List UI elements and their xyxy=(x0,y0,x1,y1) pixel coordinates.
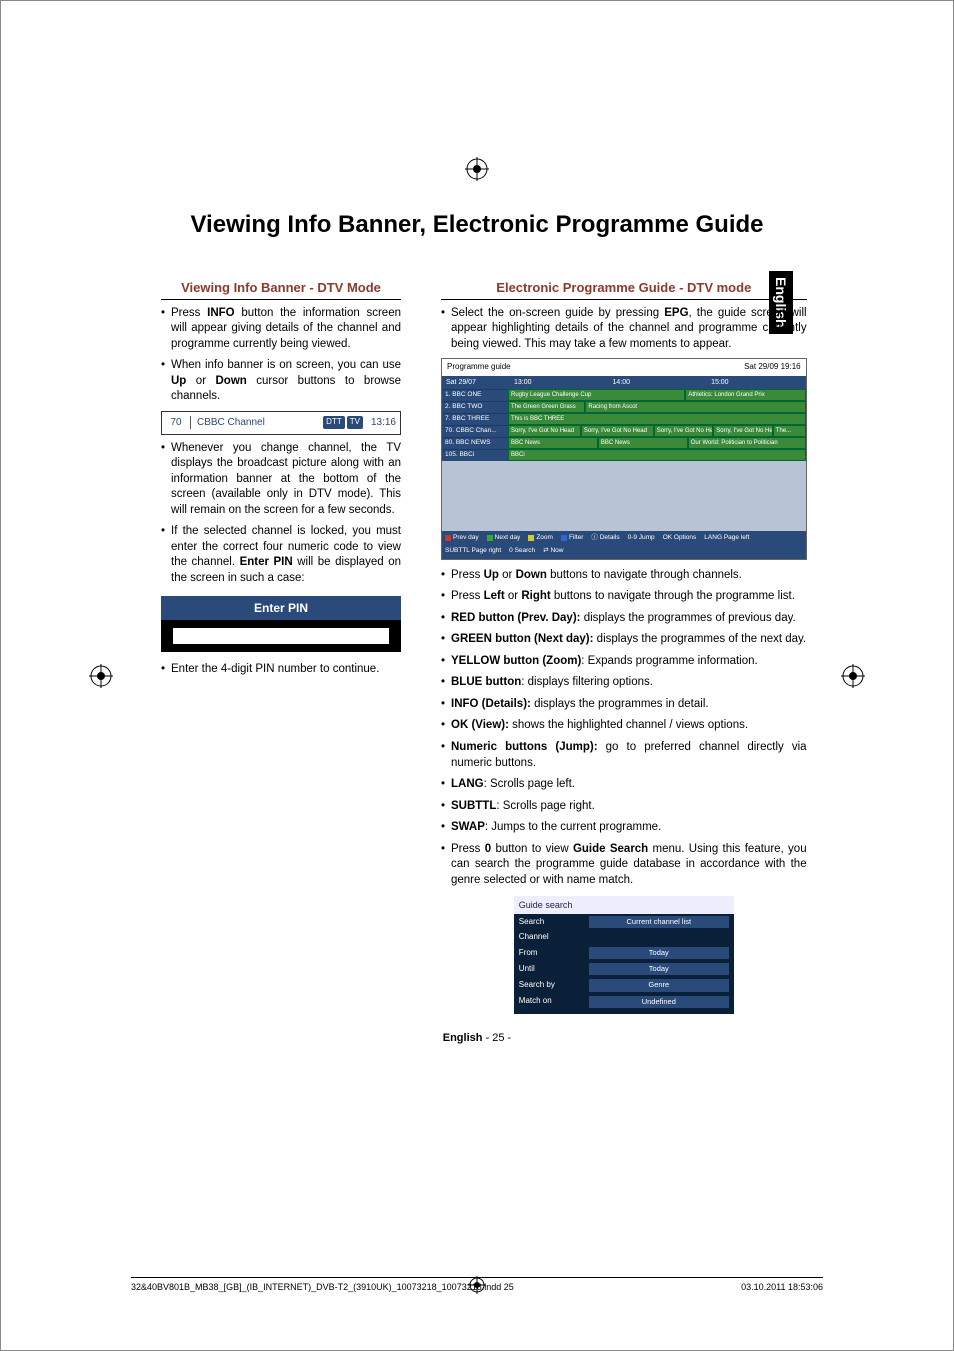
epg-row: 2. BBC TWOThe Green Green GrassRacing fr… xyxy=(442,401,806,413)
registration-mark-right xyxy=(841,664,865,688)
registration-mark-bottom xyxy=(468,1276,486,1294)
epg-screenshot: Programme guide Sat 29/09 19:16 Sat 29/07… xyxy=(441,358,807,560)
search-row: FromToday xyxy=(514,945,734,961)
epg-row: 1. BBC ONERugby League Challenge CupAthl… xyxy=(442,389,806,401)
left-column: Viewing Info Banner - DTV Mode Press INF… xyxy=(161,279,401,1014)
search-row: SearchCurrent channel list xyxy=(514,914,734,930)
left-para-1: Press INFO button the information screen… xyxy=(161,306,401,353)
right-para-1: Select the on-screen guide by pressing E… xyxy=(441,306,807,353)
epg-row: 105. BBCiBBCi xyxy=(442,449,806,461)
pin-dialog: Enter PIN xyxy=(161,596,401,652)
page-title: Viewing Info Banner, Electronic Programm… xyxy=(161,211,793,239)
guide-search-screenshot: Guide search SearchCurrent channel listC… xyxy=(514,896,734,1014)
right-column: Electronic Programme Guide - DTV mode Se… xyxy=(441,279,807,1014)
banner-channel-number: 70 xyxy=(162,416,191,430)
epg-legend: Prev day Next day Zoom Filter ⓘ Details … xyxy=(442,531,806,559)
epg-row: 80. BBC NEWSBBC NewsBBC NewsOur World: P… xyxy=(442,437,806,449)
info-banner: 70 CBBC Channel DTTTV 13:16 xyxy=(161,411,401,435)
search-row: Match onUndefined xyxy=(514,994,734,1010)
search-row: UntilToday xyxy=(514,961,734,977)
banner-time: 13:16 xyxy=(367,416,400,430)
epg-title: Programme guide xyxy=(447,362,511,373)
left-para-2: When info banner is on screen, you can u… xyxy=(161,358,401,405)
search-row: Channel xyxy=(514,930,734,945)
right-heading: Electronic Programme Guide - DTV mode xyxy=(441,279,807,300)
epg-date: Sat 29/07 xyxy=(442,376,510,389)
epg-row: 7. BBC THREEThis is BBC THREE xyxy=(442,413,806,425)
left-para-4: If the selected channel is locked, you m… xyxy=(161,524,401,586)
page-footer: English - 25 - xyxy=(161,1032,793,1044)
left-para-3: Whenever you change channel, the TV disp… xyxy=(161,441,401,519)
banner-icons: DTTTV xyxy=(319,416,367,429)
left-para-5: Enter the 4-digit PIN number to continue… xyxy=(161,662,401,678)
banner-channel-name: CBBC Channel xyxy=(191,416,319,430)
search-row: Search byGenre xyxy=(514,977,734,993)
pin-input[interactable] xyxy=(173,628,389,644)
epg-datetime: Sat 29/09 19:16 xyxy=(744,362,801,373)
left-heading: Viewing Info Banner - DTV Mode xyxy=(161,279,401,300)
registration-mark-left xyxy=(89,664,113,688)
epg-row: 70. CBBC Chan...Sorry, I've Got No HeadS… xyxy=(442,425,806,437)
search-title: Guide search xyxy=(514,896,734,914)
registration-mark-top xyxy=(465,157,489,181)
pin-title: Enter PIN xyxy=(161,596,401,620)
